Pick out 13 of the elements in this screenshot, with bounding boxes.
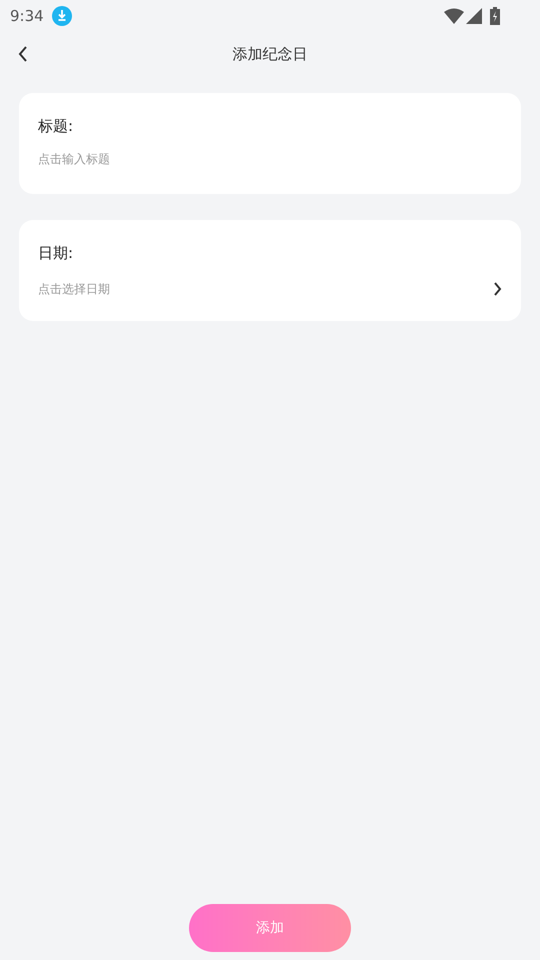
add-button[interactable]: 添加 <box>189 904 351 952</box>
download-icon <box>52 6 72 26</box>
battery-icon <box>490 7 500 25</box>
date-picker[interactable]: 点击选择日期 <box>38 280 502 298</box>
back-icon <box>18 46 28 62</box>
page-title: 添加纪念日 <box>232 44 308 65</box>
title-input[interactable]: 点击输入标题 <box>38 150 502 168</box>
status-time: 9:34 <box>10 6 44 27</box>
wifi-icon <box>444 8 464 24</box>
field-label: 标题: <box>38 116 74 137</box>
signal-icon <box>466 8 482 24</box>
field-label: 日期: <box>38 243 74 264</box>
chevron-icon <box>493 282 502 296</box>
